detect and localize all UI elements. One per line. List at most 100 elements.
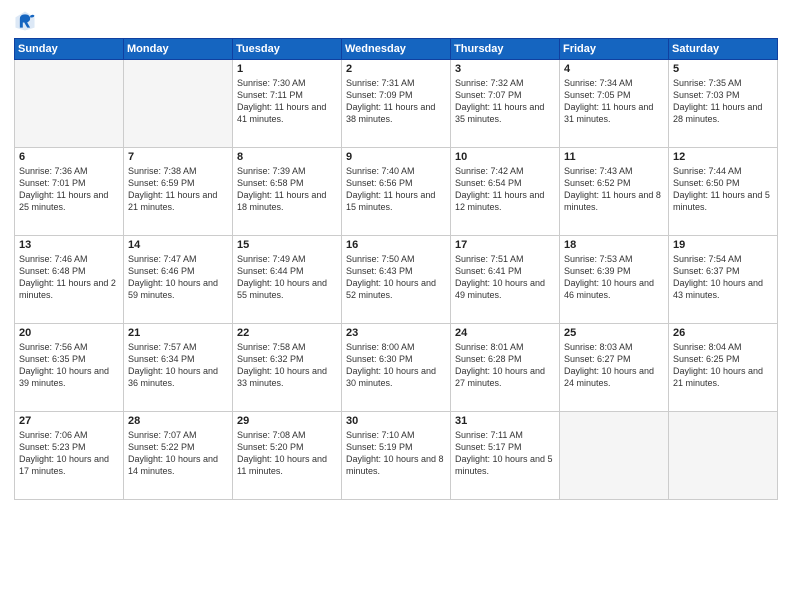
day-cell: 11 Sunrise: 7:43 AM Sunset: 6:52 PM Dayli… xyxy=(560,148,669,236)
calendar-header-row: SundayMondayTuesdayWednesdayThursdayFrid… xyxy=(15,39,778,60)
week-row-1: 1 Sunrise: 7:30 AM Sunset: 7:11 PM Daylig… xyxy=(15,60,778,148)
day-cell: 8 Sunrise: 7:39 AM Sunset: 6:58 PM Daylig… xyxy=(233,148,342,236)
day-info: Sunrise: 7:36 AM Sunset: 7:01 PM Dayligh… xyxy=(19,165,119,214)
day-cell: 4 Sunrise: 7:34 AM Sunset: 7:05 PM Daylig… xyxy=(560,60,669,148)
day-number: 27 xyxy=(19,415,119,427)
day-info: Sunrise: 7:44 AM Sunset: 6:50 PM Dayligh… xyxy=(673,165,773,214)
day-cell: 10 Sunrise: 7:42 AM Sunset: 6:54 PM Dayli… xyxy=(451,148,560,236)
day-info: Sunrise: 7:30 AM Sunset: 7:11 PM Dayligh… xyxy=(237,77,337,126)
day-number: 20 xyxy=(19,327,119,339)
day-cell: 23Sunrise: 8:00 AM Sunset: 6:30 PM Dayli… xyxy=(342,324,451,412)
day-info: Sunrise: 7:46 AM Sunset: 6:48 PM Dayligh… xyxy=(19,253,119,302)
day-cell xyxy=(560,412,669,500)
day-cell: 20 Sunrise: 7:56 AM Sunset: 6:35 PM Dayli… xyxy=(15,324,124,412)
col-header-tuesday: Tuesday xyxy=(233,39,342,60)
week-row-5: 27Sunrise: 7:06 AM Sunset: 5:23 PM Dayli… xyxy=(15,412,778,500)
day-info: Sunrise: 7:42 AM Sunset: 6:54 PM Dayligh… xyxy=(455,165,555,214)
day-info: Sunrise: 8:04 AM Sunset: 6:25 PM Dayligh… xyxy=(673,341,773,390)
day-cell: 17 Sunrise: 7:51 AM Sunset: 6:41 PM Dayli… xyxy=(451,236,560,324)
day-number: 7 xyxy=(128,151,228,163)
day-info: Sunrise: 7:11 AM Sunset: 5:17 PM Dayligh… xyxy=(455,429,555,478)
day-info: Sunrise: 7:10 AM Sunset: 5:19 PM Dayligh… xyxy=(346,429,446,478)
day-number: 12 xyxy=(673,151,773,163)
day-number: 11 xyxy=(564,151,664,163)
col-header-saturday: Saturday xyxy=(669,39,778,60)
logo-icon xyxy=(14,10,36,32)
logo xyxy=(14,10,38,32)
day-cell xyxy=(669,412,778,500)
day-cell xyxy=(124,60,233,148)
day-cell: 12 Sunrise: 7:44 AM Sunset: 6:50 PM Dayli… xyxy=(669,148,778,236)
day-number: 28 xyxy=(128,415,228,427)
day-number: 14 xyxy=(128,239,228,251)
day-number: 31 xyxy=(455,415,555,427)
day-info: Sunrise: 7:38 AM Sunset: 6:59 PM Dayligh… xyxy=(128,165,228,214)
day-cell: 30 Sunrise: 7:10 AM Sunset: 5:19 PM Dayli… xyxy=(342,412,451,500)
day-info: Sunrise: 7:54 AM Sunset: 6:37 PM Dayligh… xyxy=(673,253,773,302)
col-header-monday: Monday xyxy=(124,39,233,60)
day-cell: 27Sunrise: 7:06 AM Sunset: 5:23 PM Dayli… xyxy=(15,412,124,500)
day-info: Sunrise: 7:34 AM Sunset: 7:05 PM Dayligh… xyxy=(564,77,664,126)
day-info: Sunrise: 7:56 AM Sunset: 6:35 PM Dayligh… xyxy=(19,341,119,390)
page-container: SundayMondayTuesdayWednesdayThursdayFrid… xyxy=(0,0,792,510)
week-row-3: 13 Sunrise: 7:46 AM Sunset: 6:48 PM Dayli… xyxy=(15,236,778,324)
day-info: Sunrise: 7:31 AM Sunset: 7:09 PM Dayligh… xyxy=(346,77,446,126)
day-cell: 31 Sunrise: 7:11 AM Sunset: 5:17 PM Dayli… xyxy=(451,412,560,500)
day-info: Sunrise: 7:40 AM Sunset: 6:56 PM Dayligh… xyxy=(346,165,446,214)
day-number: 6 xyxy=(19,151,119,163)
day-info: Sunrise: 8:01 AM Sunset: 6:28 PM Dayligh… xyxy=(455,341,555,390)
day-info: Sunrise: 7:47 AM Sunset: 6:46 PM Dayligh… xyxy=(128,253,228,302)
col-header-sunday: Sunday xyxy=(15,39,124,60)
day-cell: 6 Sunrise: 7:36 AM Sunset: 7:01 PM Daylig… xyxy=(15,148,124,236)
day-cell: 16Sunrise: 7:50 AM Sunset: 6:43 PM Dayli… xyxy=(342,236,451,324)
day-number: 17 xyxy=(455,239,555,251)
day-info: Sunrise: 7:07 AM Sunset: 5:22 PM Dayligh… xyxy=(128,429,228,478)
day-number: 23 xyxy=(346,327,446,339)
day-number: 22 xyxy=(237,327,337,339)
day-cell: 2 Sunrise: 7:31 AM Sunset: 7:09 PM Daylig… xyxy=(342,60,451,148)
day-info: Sunrise: 7:43 AM Sunset: 6:52 PM Dayligh… xyxy=(564,165,664,214)
day-number: 1 xyxy=(237,63,337,75)
col-header-thursday: Thursday xyxy=(451,39,560,60)
day-number: 29 xyxy=(237,415,337,427)
col-header-friday: Friday xyxy=(560,39,669,60)
day-info: Sunrise: 8:03 AM Sunset: 6:27 PM Dayligh… xyxy=(564,341,664,390)
day-number: 4 xyxy=(564,63,664,75)
calendar: SundayMondayTuesdayWednesdayThursdayFrid… xyxy=(14,38,778,500)
day-cell: 1 Sunrise: 7:30 AM Sunset: 7:11 PM Daylig… xyxy=(233,60,342,148)
day-number: 8 xyxy=(237,151,337,163)
day-info: Sunrise: 7:57 AM Sunset: 6:34 PM Dayligh… xyxy=(128,341,228,390)
day-info: Sunrise: 7:32 AM Sunset: 7:07 PM Dayligh… xyxy=(455,77,555,126)
day-number: 21 xyxy=(128,327,228,339)
week-row-2: 6 Sunrise: 7:36 AM Sunset: 7:01 PM Daylig… xyxy=(15,148,778,236)
day-number: 26 xyxy=(673,327,773,339)
day-info: Sunrise: 7:51 AM Sunset: 6:41 PM Dayligh… xyxy=(455,253,555,302)
day-number: 15 xyxy=(237,239,337,251)
day-info: Sunrise: 7:39 AM Sunset: 6:58 PM Dayligh… xyxy=(237,165,337,214)
day-cell: 14 Sunrise: 7:47 AM Sunset: 6:46 PM Dayli… xyxy=(124,236,233,324)
day-number: 19 xyxy=(673,239,773,251)
day-cell: 29 Sunrise: 7:08 AM Sunset: 5:20 PM Dayli… xyxy=(233,412,342,500)
day-cell: 26 Sunrise: 8:04 AM Sunset: 6:25 PM Dayli… xyxy=(669,324,778,412)
day-number: 30 xyxy=(346,415,446,427)
day-cell: 19 Sunrise: 7:54 AM Sunset: 6:37 PM Dayli… xyxy=(669,236,778,324)
day-cell: 25Sunrise: 8:03 AM Sunset: 6:27 PM Dayli… xyxy=(560,324,669,412)
col-header-wednesday: Wednesday xyxy=(342,39,451,60)
day-number: 24 xyxy=(455,327,555,339)
day-cell: 3 Sunrise: 7:32 AM Sunset: 7:07 PM Daylig… xyxy=(451,60,560,148)
day-cell: 24 Sunrise: 8:01 AM Sunset: 6:28 PM Dayli… xyxy=(451,324,560,412)
day-number: 10 xyxy=(455,151,555,163)
day-cell: 7 Sunrise: 7:38 AM Sunset: 6:59 PM Daylig… xyxy=(124,148,233,236)
day-number: 5 xyxy=(673,63,773,75)
day-number: 18 xyxy=(564,239,664,251)
day-number: 2 xyxy=(346,63,446,75)
day-number: 13 xyxy=(19,239,119,251)
day-cell: 13 Sunrise: 7:46 AM Sunset: 6:48 PM Dayli… xyxy=(15,236,124,324)
day-info: Sunrise: 7:08 AM Sunset: 5:20 PM Dayligh… xyxy=(237,429,337,478)
day-info: Sunrise: 7:58 AM Sunset: 6:32 PM Dayligh… xyxy=(237,341,337,390)
header xyxy=(14,10,778,32)
day-cell: 22 Sunrise: 7:58 AM Sunset: 6:32 PM Dayli… xyxy=(233,324,342,412)
day-cell: 18Sunrise: 7:53 AM Sunset: 6:39 PM Dayli… xyxy=(560,236,669,324)
day-number: 3 xyxy=(455,63,555,75)
day-number: 9 xyxy=(346,151,446,163)
